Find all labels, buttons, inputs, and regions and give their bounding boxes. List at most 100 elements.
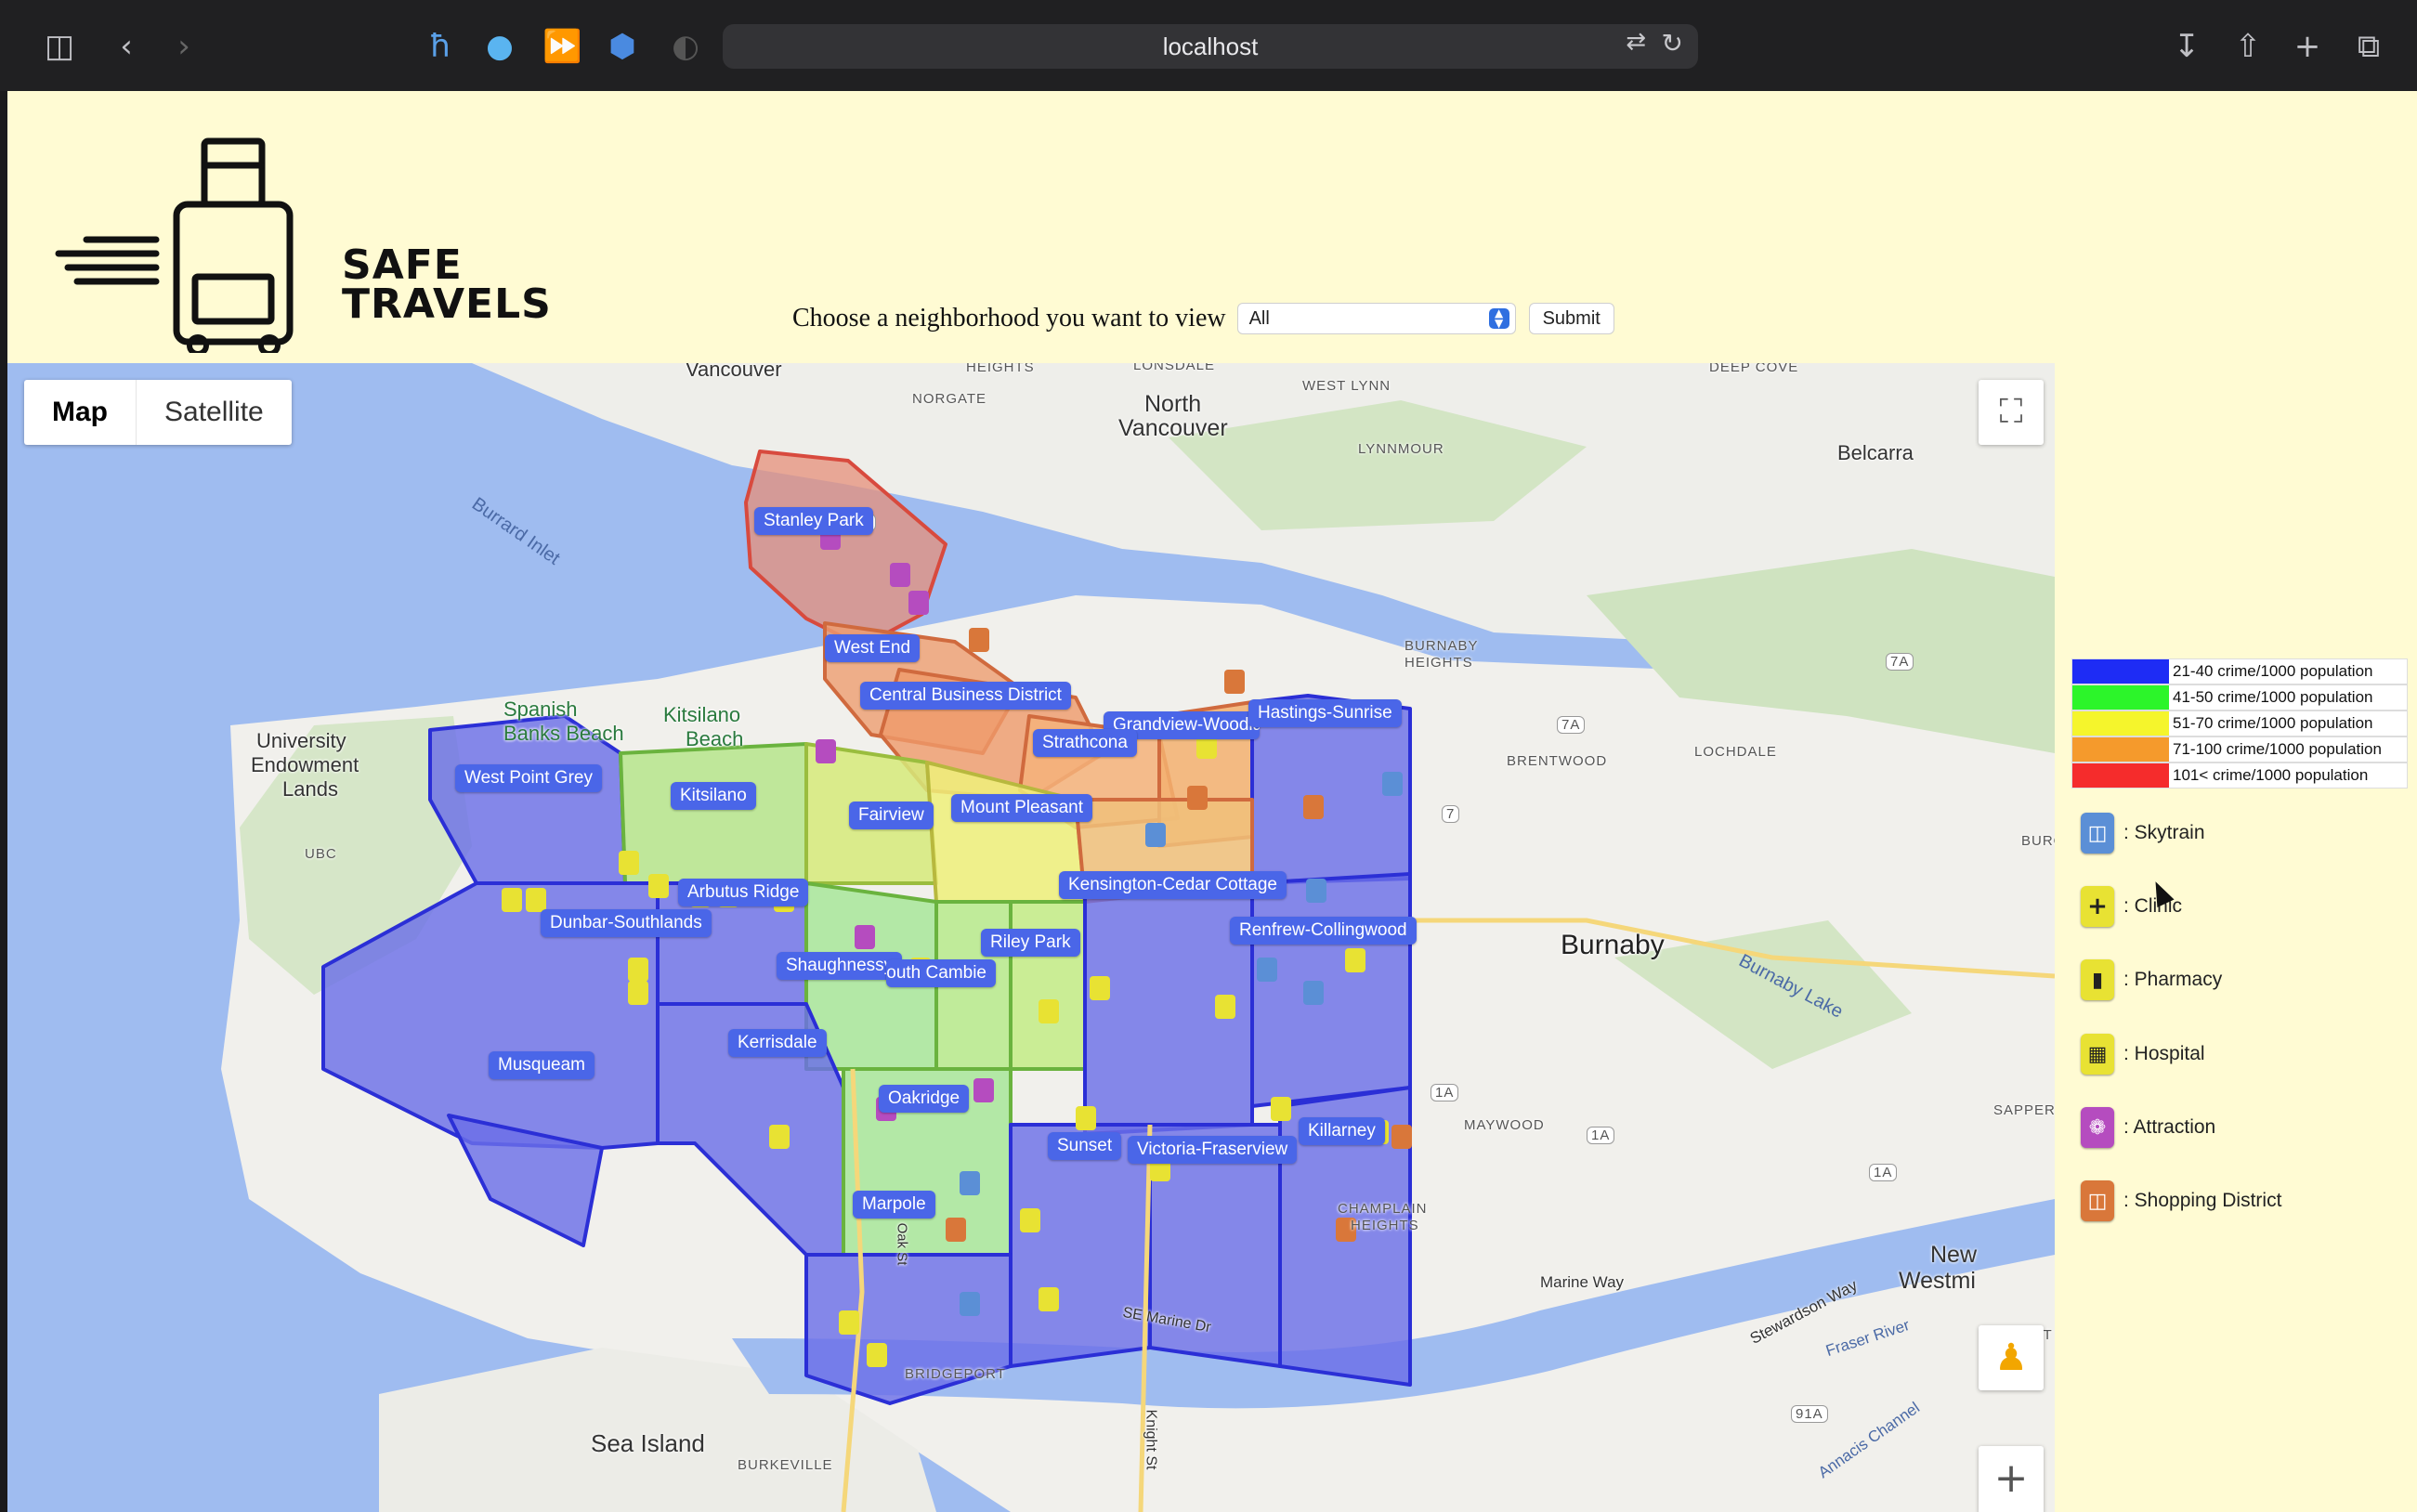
share-icon[interactable]: ⇧ (2229, 28, 2267, 65)
zoom-in-button[interactable]: + (1979, 1446, 2044, 1512)
pegman-streetview-button[interactable]: ♟ (1979, 1325, 2044, 1390)
place-bridgeport: BRIDGEPORT (905, 1366, 1006, 1382)
marker-shopping (1303, 795, 1324, 819)
marker-clinic (1215, 995, 1235, 1019)
label-west-point-grey[interactable]: West Point Grey (455, 764, 602, 792)
tabs-overview-icon[interactable]: ⧉ (2350, 28, 2387, 65)
place-spanish-banks-2: Banks Beach (503, 722, 624, 745)
label-marpole[interactable]: Marpole (853, 1191, 935, 1219)
label-arbutus-ridge[interactable]: Arbutus Ridge (678, 879, 809, 906)
key-shopping-district: ◫ : Shopping District (2081, 1178, 2281, 1224)
label-victoria-fraserview[interactable]: Victoria-Fraserview (1128, 1136, 1298, 1164)
place-deep-cove: DEEP COVE (1709, 363, 1799, 375)
extension-icon-4[interactable]: ⬢ (604, 28, 641, 65)
shield-icon[interactable]: ◐ (667, 28, 704, 65)
label-mount-pleasant[interactable]: Mount Pleasant (951, 794, 1093, 822)
label-shaughnessy[interactable]: Shaughnessy (777, 952, 903, 980)
neighborhood-select-value: All (1248, 308, 1270, 329)
marker-pharmacy (1090, 976, 1110, 1000)
translate-icon[interactable]: ⇄ (1626, 28, 1646, 56)
safe-travels-logo: SAFE TRAVELS (45, 111, 551, 357)
pharmacy-icon: ▮ (2081, 959, 2114, 1000)
place-new-westminster-2: Westmi (1899, 1268, 1976, 1294)
extension-icon-3[interactable]: ⏩ (542, 28, 581, 65)
label-south-cambie[interactable]: South Cambie (886, 959, 996, 987)
marker-pharmacy (502, 888, 522, 912)
label-stanley-park[interactable]: Stanley Park (754, 507, 873, 535)
submit-button[interactable]: Submit (1528, 303, 1614, 334)
forward-icon[interactable]: › (165, 28, 203, 65)
fullscreen-button[interactable]: ⛶ (1979, 380, 2044, 445)
marker-attraction (973, 1078, 994, 1102)
attraction-icon: ❁ (2081, 1107, 2114, 1148)
label-hastings-sunrise[interactable]: Hastings-Sunrise (1248, 699, 1402, 727)
zoom-control: + − (1979, 1446, 2044, 1512)
place-knight-st: Knight St (1143, 1409, 1159, 1470)
legend-band-label: 71-100 crime/1000 population (2173, 740, 2382, 758)
marker-shopping (1391, 1125, 1412, 1149)
place-champlain-1: CHAMPLAIN (1338, 1201, 1428, 1217)
marker-pharmacy (1039, 999, 1059, 1023)
place-norgate: NORGATE (912, 391, 987, 407)
legend-swatch (2072, 711, 2169, 736)
label-central-business-district[interactable]: Central Business District (860, 682, 1071, 710)
place-ubc-2: Endowment (251, 753, 359, 776)
neighborhood-riley-park (1009, 900, 1087, 1071)
google-map[interactable]: Vancouver NORGATE HEIGHTS LONSDALE North… (7, 363, 2055, 1512)
label-oakridge[interactable]: Oakridge (879, 1085, 970, 1113)
key-label: : Shopping District (2123, 1190, 2282, 1211)
map-type-satellite-button[interactable]: Satellite (137, 380, 292, 445)
label-kensington-cedar-cottage[interactable]: Kensington-Cedar Cottage (1059, 871, 1287, 899)
marker-shopping (1224, 670, 1245, 694)
place-belcarra: Belcarra (1837, 441, 1914, 464)
place-maywood: MAYWOOD (1464, 1117, 1545, 1133)
label-riley-park[interactable]: Riley Park (981, 929, 1080, 957)
download-icon[interactable]: ↧ (2168, 28, 2205, 65)
place-burkeville: BURKEVILLE (738, 1457, 833, 1473)
extension-icon-1[interactable]: ħ (422, 28, 459, 65)
sidebar-icon[interactable]: ◫ (41, 28, 78, 65)
place-north-vancouver-1: North (1144, 391, 1202, 417)
marker-skytrain (1382, 772, 1403, 796)
back-icon[interactable]: ‹ (108, 28, 145, 65)
map-type-map-button[interactable]: Map (24, 380, 137, 445)
legend-band-21-40: 21-40 crime/1000 population (2071, 658, 2408, 684)
marker-clinic (839, 1310, 859, 1335)
marker-attraction (816, 739, 836, 763)
marker-shopping (1187, 786, 1208, 810)
address-bar[interactable]: localhost ⇄ ↻ (723, 24, 1698, 69)
neighborhood-select[interactable]: All ▲ ▼ (1236, 303, 1516, 334)
label-renfrew-collingwood[interactable]: Renfrew-Collingwood (1230, 917, 1417, 945)
highway-7-shield: 7 (1442, 805, 1460, 823)
extension-icon-2[interactable]: ● (481, 28, 518, 65)
marker-clinic (648, 874, 669, 898)
marker-pharmacy (1039, 1287, 1059, 1311)
legend-band-51-70: 51-70 crime/1000 population (2071, 710, 2408, 736)
marker-clinic (1271, 1097, 1291, 1121)
label-strathcona[interactable]: Strathcona (1033, 729, 1137, 757)
label-kerrisdale[interactable]: Kerrisdale (728, 1029, 827, 1057)
legend-swatch (2072, 763, 2169, 788)
place-kits-beach-2: Beach (686, 727, 744, 750)
marker-clinic (619, 851, 639, 875)
key-hospital: ▦ : Hospital (2081, 1031, 2205, 1077)
label-kitsilano[interactable]: Kitsilano (671, 782, 756, 810)
new-tab-icon[interactable]: + (2289, 28, 2326, 65)
key-skytrain: ◫ : Skytrain (2081, 810, 2205, 856)
label-sunset[interactable]: Sunset (1048, 1132, 1122, 1160)
label-musqueam[interactable]: Musqueam (489, 1051, 594, 1079)
highway-1a-shield: 1A (1869, 1164, 1898, 1181)
label-dunbar-southlands[interactable]: Dunbar-Southlands (541, 909, 712, 937)
highway-91a-shield: 91A (1791, 1405, 1828, 1423)
reload-icon[interactable]: ↻ (1662, 28, 1683, 59)
marker-clinic (628, 981, 648, 1005)
train-icon: ◫ (2081, 813, 2114, 854)
label-killarney[interactable]: Killarney (1299, 1117, 1385, 1145)
place-burnaby: Burnaby (1561, 930, 1665, 960)
label-fairview[interactable]: Fairview (849, 802, 934, 829)
place-sapper: SAPPER (1993, 1102, 2055, 1118)
label-west-end[interactable]: West End (825, 634, 921, 662)
marker-hospital (1076, 1106, 1096, 1130)
place-lynnmour: LYNNMOUR (1358, 441, 1444, 457)
highway-7a-shield: 7A (1886, 653, 1914, 671)
